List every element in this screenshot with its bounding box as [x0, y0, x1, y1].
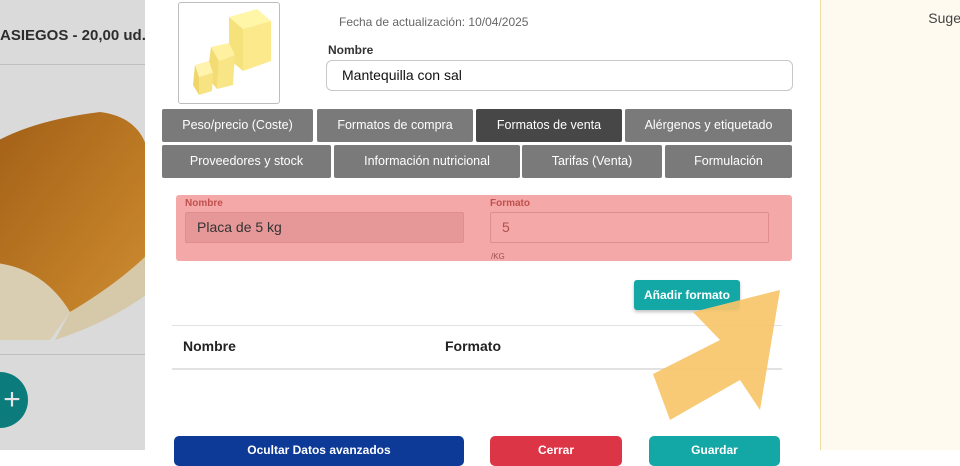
tab-proveedores[interactable]: Proveedores y stock [162, 145, 331, 178]
tab-informacion-nutricional[interactable]: Información nutricional [334, 145, 520, 178]
product-name-input[interactable]: Mantequilla con sal [326, 60, 793, 91]
save-button[interactable]: Guardar [649, 436, 780, 466]
tab-formatos-venta[interactable]: Formatos de venta [476, 109, 622, 142]
product-thumbnail [178, 2, 280, 104]
suggestions-label: Suge [928, 10, 960, 26]
format-value-label: Formato [490, 198, 530, 209]
format-value-input[interactable]: 5 [490, 212, 769, 243]
hide-advanced-button[interactable]: Ocultar Datos avanzados [174, 436, 464, 466]
tab-peso-precio[interactable]: Peso/precio (Coste) [162, 109, 313, 142]
close-button[interactable]: Cerrar [490, 436, 622, 466]
product-modal: Fecha de actualización: 10/04/2025 Nombr… [145, 0, 820, 466]
column-header-formato: Formato [445, 338, 501, 354]
tab-formatos-compra[interactable]: Formatos de compra [317, 109, 473, 142]
format-unit-hint: /KG [491, 252, 505, 261]
product-name-label: Nombre [328, 43, 374, 57]
tab-alergenos[interactable]: Alérgenos y etiquetado [625, 109, 792, 142]
pointer-arrow-icon [653, 290, 780, 420]
last-updated-date: Fecha de actualización: 10/04/2025 [339, 15, 529, 29]
tab-formulacion[interactable]: Formulación [665, 145, 792, 178]
modal-backdrop [0, 0, 145, 450]
column-header-nombre: Nombre [183, 338, 236, 354]
sale-format-form: Nombre Placa de 5 kg Formato 5 /KG [176, 195, 792, 261]
tab-tarifas[interactable]: Tarifas (Venta) [522, 145, 662, 178]
format-name-input[interactable]: Placa de 5 kg [185, 212, 464, 243]
suggestions-panel: Suge [820, 0, 960, 450]
format-name-label: Nombre [185, 198, 223, 209]
butter-image [193, 9, 271, 95]
